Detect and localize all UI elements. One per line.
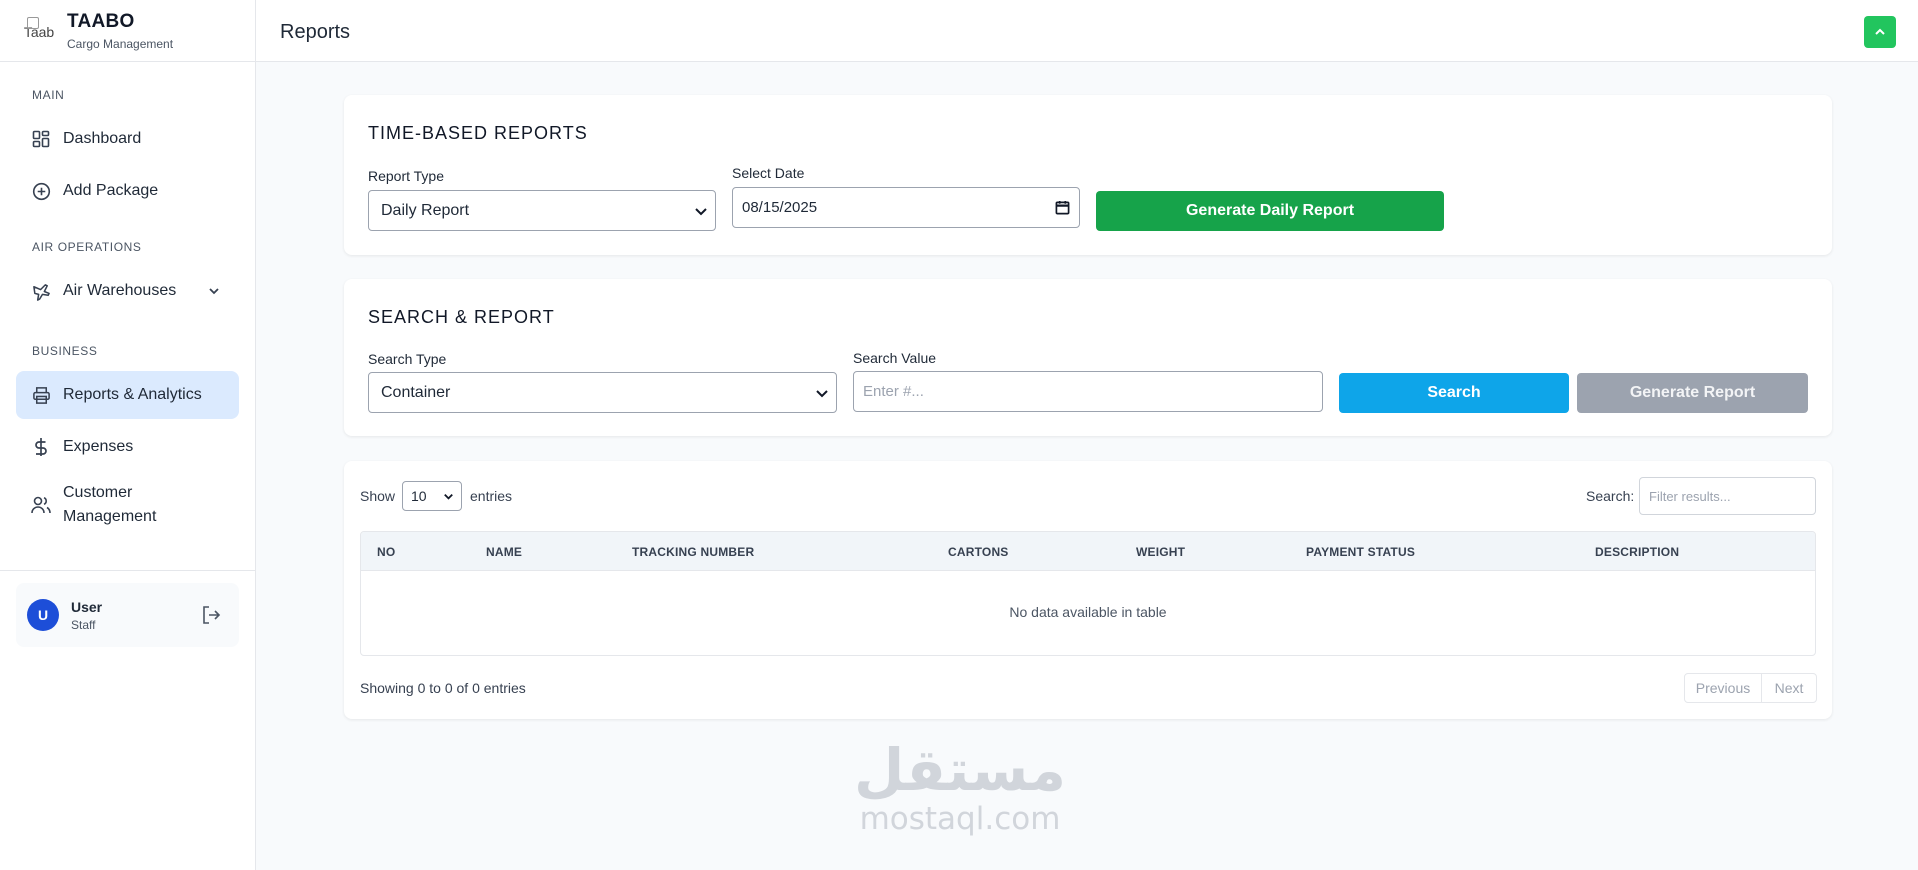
sidebar-item-label-line2: Management bbox=[63, 508, 157, 525]
column-header-weight[interactable]: WEIGHT bbox=[1136, 545, 1185, 559]
search-type-value: Container bbox=[381, 383, 451, 401]
table-search-label: Search: bbox=[1586, 488, 1635, 504]
grid-icon bbox=[31, 129, 51, 149]
calendar-icon[interactable] bbox=[1055, 200, 1070, 215]
dollar-icon bbox=[31, 437, 51, 457]
sidebar-item-customer-management[interactable]: Customer Management bbox=[16, 475, 239, 535]
sidebar-item-expenses[interactable]: Expenses bbox=[16, 423, 239, 471]
sidebar-item-label: Expenses bbox=[63, 438, 134, 455]
user-name: User bbox=[71, 598, 103, 615]
collapse-button[interactable] bbox=[1864, 16, 1896, 48]
sidebar-item-label: Reports & Analytics bbox=[63, 386, 202, 403]
app-subtitle: Cargo Management bbox=[67, 36, 174, 51]
time-based-reports-card: TIME-BASED REPORTS Report Type Daily Rep… bbox=[344, 95, 1832, 255]
table-header: NO NAME TRACKING NUMBER CARTONS WEIGHT P… bbox=[361, 532, 1815, 571]
select-date-label: Select Date bbox=[732, 165, 805, 181]
card-title: SEARCH & REPORT bbox=[368, 307, 555, 327]
sidebar-item-label: Add Package bbox=[63, 182, 159, 199]
printer-icon bbox=[31, 385, 51, 405]
card-title: TIME-BASED REPORTS bbox=[368, 123, 588, 143]
report-type-select[interactable]: Daily Report bbox=[368, 190, 716, 231]
search-type-select[interactable]: Container bbox=[368, 372, 837, 413]
results-table: NO NAME TRACKING NUMBER CARTONS WEIGHT P… bbox=[360, 531, 1816, 656]
logo-image: Taab bbox=[22, 14, 56, 48]
column-header-payment-status[interactable]: PAYMENT STATUS bbox=[1306, 545, 1415, 559]
sidebar: Taab TAABO Cargo Management MAIN Dashboa… bbox=[0, 0, 256, 870]
search-report-card: SEARCH & REPORT Search Type Container Se… bbox=[344, 279, 1832, 436]
user-card: U User Staff bbox=[16, 583, 239, 647]
results-table-card: Show 10 entries Search: Filter results..… bbox=[344, 461, 1832, 719]
entries-value: 10 bbox=[411, 488, 427, 504]
top-bar: Reports bbox=[256, 0, 1918, 62]
table-filter-input[interactable]: Filter results... bbox=[1639, 477, 1816, 515]
watermark-latin: mostaql.com bbox=[859, 801, 1061, 837]
report-type-label: Report Type bbox=[368, 168, 445, 184]
show-label: Show bbox=[360, 488, 396, 504]
column-header-tracking-number[interactable]: TRACKING NUMBER bbox=[632, 545, 754, 559]
page-title: Reports bbox=[280, 21, 351, 43]
user-role: Staff bbox=[71, 617, 96, 632]
sidebar-item-label-line1: Customer bbox=[63, 484, 133, 501]
date-input[interactable]: 08/15/2025 bbox=[732, 187, 1080, 228]
chevron-up-icon bbox=[1873, 25, 1887, 39]
logout-icon[interactable] bbox=[201, 605, 221, 625]
sidebar-item-dashboard[interactable]: Dashboard bbox=[16, 115, 239, 163]
sidebar-item-air-warehouses[interactable]: Air Warehouses bbox=[16, 267, 239, 315]
column-header-name[interactable]: NAME bbox=[486, 545, 522, 559]
sidebar-item-add-package[interactable]: Add Package bbox=[16, 167, 239, 215]
generate-daily-report-button[interactable]: Generate Daily Report bbox=[1096, 191, 1444, 231]
section-main: MAIN bbox=[32, 88, 65, 102]
search-value-label: Search Value bbox=[853, 350, 937, 366]
sidebar-item-reports-analytics[interactable]: Reports & Analytics bbox=[16, 371, 239, 419]
plus-circle-icon bbox=[31, 181, 51, 201]
sidebar-item-label: Air Warehouses bbox=[63, 282, 177, 299]
section-air-operations: AIR OPERATIONS bbox=[32, 240, 142, 254]
entries-select[interactable]: 10 bbox=[402, 481, 462, 511]
empty-table-message: No data available in table bbox=[1009, 604, 1167, 620]
chevron-down-icon bbox=[814, 385, 830, 401]
column-header-description[interactable]: DESCRIPTION bbox=[1595, 545, 1679, 559]
search-value-input[interactable]: Enter #... bbox=[853, 371, 1323, 412]
chevron-down-icon bbox=[693, 203, 709, 219]
users-icon bbox=[31, 495, 51, 515]
app-name: TAABO bbox=[67, 10, 135, 32]
column-header-no[interactable]: NO bbox=[377, 545, 395, 559]
column-header-cartons[interactable]: CARTONS bbox=[948, 545, 1009, 559]
plane-icon bbox=[31, 281, 51, 301]
generate-report-button[interactable]: Generate Report bbox=[1577, 373, 1808, 413]
search-button[interactable]: Search bbox=[1339, 373, 1569, 413]
next-page-button[interactable]: Next bbox=[1761, 673, 1817, 703]
chevron-down-icon bbox=[442, 490, 455, 503]
report-type-value: Daily Report bbox=[381, 201, 470, 219]
watermark-arabic: مستقل bbox=[853, 736, 1067, 804]
watermark: مستقل mostaql.com bbox=[845, 740, 1075, 836]
sidebar-footer: U User Staff bbox=[0, 570, 255, 647]
entries-label: entries bbox=[470, 488, 513, 504]
chevron-down-icon[interactable] bbox=[207, 284, 221, 298]
brand: Taab TAABO Cargo Management bbox=[0, 0, 255, 62]
section-business: BUSINESS bbox=[32, 344, 98, 358]
avatar: U bbox=[27, 599, 59, 631]
search-type-label: Search Type bbox=[368, 351, 447, 367]
previous-page-button[interactable]: Previous bbox=[1684, 673, 1762, 703]
table-info: Showing 0 to 0 of 0 entries bbox=[360, 680, 526, 696]
sidebar-item-label: Dashboard bbox=[63, 130, 142, 147]
date-value: 08/15/2025 bbox=[742, 199, 818, 216]
